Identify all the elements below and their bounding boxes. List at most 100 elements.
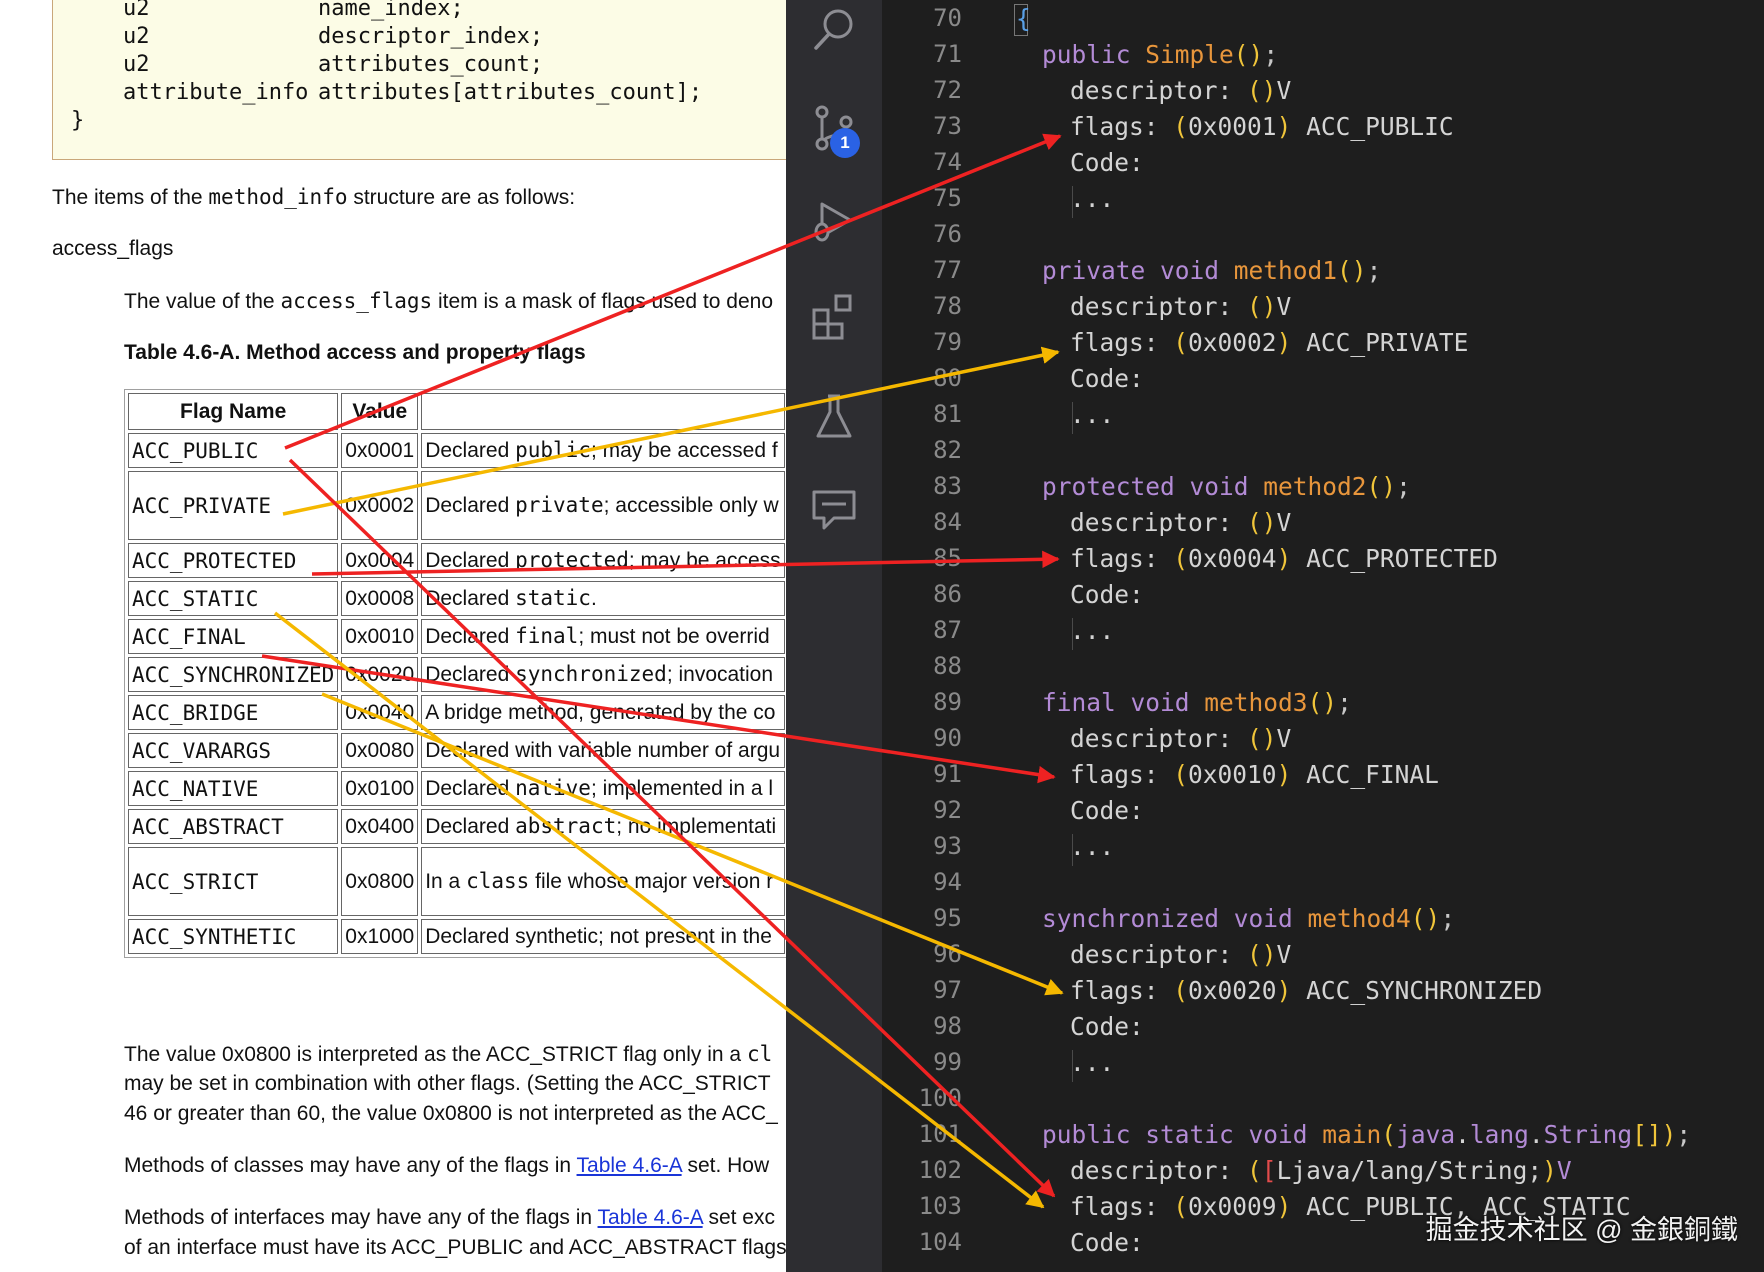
description-text: Declared with variable number of argu xyxy=(425,739,781,762)
spec-document: u2 name_index; u2 descriptor_index; u2 a… xyxy=(0,0,786,1272)
interfaces-text: Methods of interfaces may have any of th… xyxy=(124,1206,598,1229)
descriptor-label: descriptor: xyxy=(1070,724,1233,753)
line-number: 93 xyxy=(933,832,962,860)
line-number: 96 xyxy=(933,940,962,968)
table-row: ACC_VARARGS 0x0080 Declared with variable … xyxy=(128,733,785,768)
main-descriptor: Ljava/lang/String; xyxy=(1276,1156,1543,1185)
flag-value-cell: 0x0020 xyxy=(341,657,419,692)
code-type: u2 xyxy=(123,52,150,77)
code-line: Code: xyxy=(1070,1228,1144,1257)
line-number: 89 xyxy=(933,688,962,716)
code-editor[interactable]: 70 71 72 73 74 75 76 77 78 79 80 81 82 83 84 85 86 87 88 89… xyxy=(882,0,1764,1272)
column-header-value: Value xyxy=(341,393,419,430)
table-link[interactable]: Table 4.6-A xyxy=(598,1206,703,1229)
table-row: ACC_NATIVE 0x0100 Declared native; impleme… xyxy=(128,771,785,806)
code-close-brace: } xyxy=(71,108,85,133)
description-text: Declared xyxy=(425,663,516,686)
intro-text: The items of the xyxy=(52,186,209,209)
line-number: 91 xyxy=(933,760,962,788)
code-label: Code: xyxy=(1070,1012,1144,1041)
code-line: Code: xyxy=(1070,148,1144,177)
flags-value: 0x0010 xyxy=(1188,760,1277,789)
method-signature: private void method1(); xyxy=(1042,256,1382,285)
desc-text: The value of the xyxy=(124,290,281,313)
flags-line: flags: (0x0002) ACC_PRIVATE xyxy=(1070,328,1469,357)
search-icon[interactable] xyxy=(810,4,858,52)
line-number: 80 xyxy=(933,364,962,392)
description-text-end: ; may be access xyxy=(628,549,781,572)
code-label: Code: xyxy=(1070,1228,1144,1257)
flags-name: ACC_FINAL xyxy=(1306,760,1439,789)
code-field: name_index; xyxy=(318,0,464,21)
intro-code: method_info xyxy=(208,185,348,209)
extensions-icon[interactable] xyxy=(810,292,858,340)
flag-description-cell: Declared synthetic; not present in the xyxy=(421,919,785,954)
method-signature: protected void method2(); xyxy=(1042,472,1411,501)
method-name: Simple xyxy=(1145,40,1234,69)
note-code: cl xyxy=(746,1042,773,1066)
description-text: A bridge method, generated by the co xyxy=(425,701,776,724)
flag-name-cell: ACC_PROTECTED xyxy=(128,543,339,578)
line-number: 87 xyxy=(933,616,962,644)
description-code: public xyxy=(515,438,591,462)
line-number: 73 xyxy=(933,112,962,140)
ellipsis-line: ... xyxy=(1070,832,1114,861)
line-number: 94 xyxy=(933,868,962,896)
table-link[interactable]: Table 4.6-A xyxy=(577,1154,682,1177)
flags-label: flags: xyxy=(1070,760,1159,789)
line-number: 102 xyxy=(918,1156,962,1184)
table-row: ACC_ABSTRACT 0x0400 Declared abstract; no … xyxy=(128,809,785,844)
flags-value: 0x0001 xyxy=(1188,112,1277,141)
code-line: Code: xyxy=(1070,1012,1144,1041)
flags-label: flags: xyxy=(1070,112,1159,141)
method-signature: public Simple(); xyxy=(1042,40,1279,69)
comments-icon[interactable] xyxy=(810,486,858,534)
code-line: Code: xyxy=(1070,796,1144,825)
description-code: class xyxy=(466,869,530,893)
method-name: method1 xyxy=(1233,256,1338,285)
description-code: protected xyxy=(515,548,629,572)
descriptor-line: descriptor: ()V xyxy=(1070,940,1292,969)
flag-value-cell: 0x1000 xyxy=(341,919,419,954)
descriptor-line: descriptor: ()V xyxy=(1070,724,1292,753)
indent-guide xyxy=(1072,186,1073,218)
intro-paragraph: The items of the method_info structure a… xyxy=(52,185,575,210)
description-code: private xyxy=(515,493,604,517)
line-number: 78 xyxy=(933,292,962,320)
flags-label: flags: xyxy=(1070,544,1159,573)
run-debug-icon[interactable] xyxy=(810,198,858,246)
line-number: 75 xyxy=(933,184,962,212)
intro-text-end: structure are as follows: xyxy=(347,186,576,209)
flag-description-cell: Declared public; may be accessed f xyxy=(421,433,785,468)
flags-name: ACC_SYNCHRONIZED xyxy=(1306,976,1543,1005)
flag-name-cell: ACC_NATIVE xyxy=(128,771,339,806)
description-text-end: . xyxy=(590,587,597,610)
description-text: Declared xyxy=(425,777,516,800)
descriptor-label: descriptor: xyxy=(1070,1156,1233,1185)
code-line: Code: xyxy=(1070,364,1144,393)
ellipsis: ... xyxy=(1070,1048,1115,1077)
line-number: 85 xyxy=(933,544,962,572)
method-name: method4 xyxy=(1307,904,1411,933)
flag-name-cell: ACC_STATIC xyxy=(128,581,339,616)
line-number: 70 xyxy=(933,4,962,32)
open-brace: { xyxy=(1016,4,1031,33)
line-number: 76 xyxy=(933,220,962,248)
keyword: private void xyxy=(1042,256,1220,285)
line-number: 100 xyxy=(918,1084,962,1112)
testing-icon[interactable] xyxy=(810,392,858,440)
flags-label: flags: xyxy=(1070,1192,1159,1221)
description-code: static xyxy=(515,586,591,610)
keyword: synchronized void xyxy=(1042,904,1293,933)
descriptor-label: descriptor: xyxy=(1070,76,1233,105)
description-text-end: ; may be accessed f xyxy=(590,439,778,462)
flag-description-cell: Declared final; must not be overrid xyxy=(421,619,785,654)
line-number: 84 xyxy=(933,508,962,536)
flags-name: ACC_PRIVATE xyxy=(1306,328,1469,357)
flags-line: flags: (0x0001) ACC_PUBLIC xyxy=(1070,112,1454,141)
flag-name-cell: ACC_SYNCHRONIZED xyxy=(128,657,339,692)
description-code: final xyxy=(515,624,579,648)
flag-description-cell: Declared native; implemented in a l xyxy=(421,771,785,806)
description-text: In a xyxy=(425,870,467,893)
flag-name-cell: ACC_VARARGS xyxy=(128,733,339,768)
